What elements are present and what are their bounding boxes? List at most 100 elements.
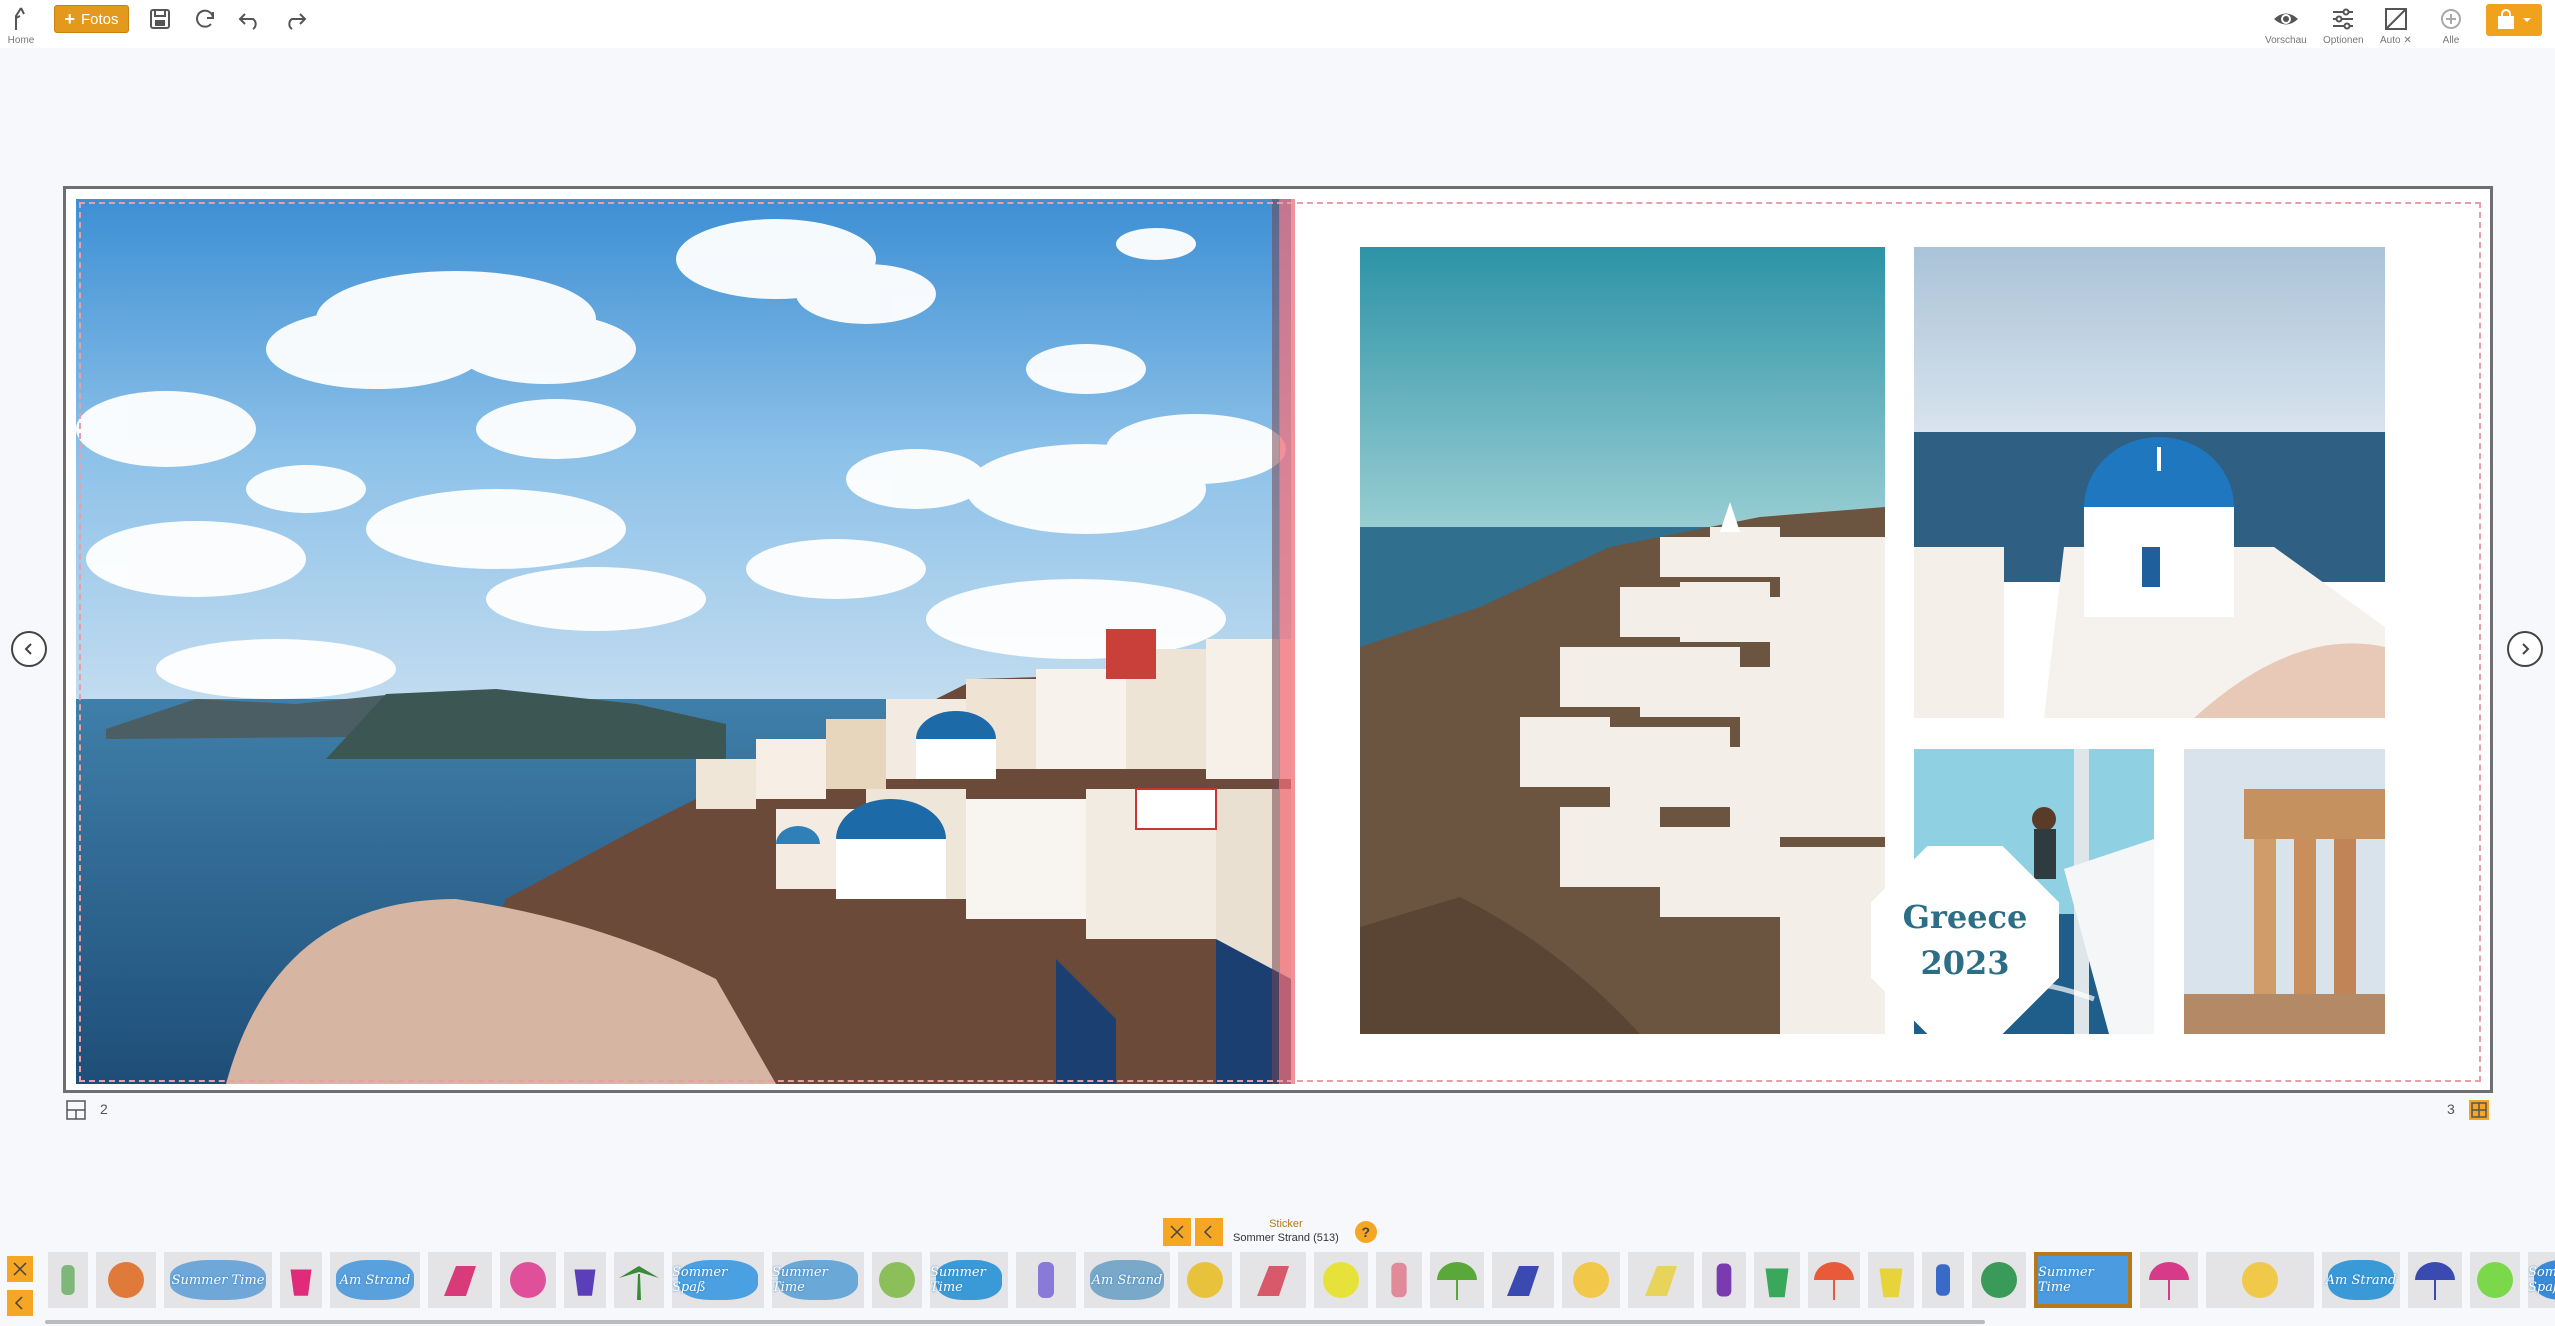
sticker-am-strand-badge[interactable]: Am Strand [2322,1252,2400,1308]
sticker-summer-time-text[interactable]: Summer Time [772,1252,864,1308]
pink-umbrella-icon [2149,1262,2189,1300]
preview-label: Vorschau [2265,35,2307,46]
sticker-blue-bucket[interactable] [564,1252,606,1308]
sticker-red-chair[interactable] [1240,1252,1306,1308]
refresh-button[interactable] [190,4,220,34]
shopping-bag-icon [2498,9,2514,29]
sticker-green-umbrella[interactable] [1430,1252,1484,1308]
sticker-coconut-drink[interactable] [2470,1252,2520,1308]
sticker-label: Sommer Spaß [672,1265,728,1295]
sticker-am-strand-oval[interactable]: Am Strand [330,1252,420,1308]
pink-bucket-icon [290,1269,312,1296]
options-button[interactable]: Optionen [2323,4,2364,46]
sticker-yellow-bucket[interactable] [1868,1252,1914,1308]
sticker-ice-pop[interactable] [1702,1252,1746,1308]
red-chair-icon [1257,1266,1289,1296]
undo-button[interactable] [235,4,265,34]
striped-chair-icon [444,1266,476,1296]
sticker-panel-header: Sticker Sommer Strand (513) ? [1163,1218,1377,1246]
yellow-ball-icon [1187,1262,1223,1298]
previous-page-button[interactable] [11,631,47,667]
cart-button[interactable] [2486,4,2542,36]
sandals-icon [1038,1262,1054,1298]
flip-flops-icon [61,1265,75,1295]
sticker-sun[interactable] [1562,1252,1620,1308]
sticker-summer-text[interactable]: Summer Time [164,1252,272,1308]
plus-icon: + [64,9,75,29]
close-bottom-panel-button[interactable] [7,1256,33,1282]
flip-flops-shape [61,1265,75,1295]
sticker-green-bucket[interactable] [1754,1252,1800,1308]
sticker-coconut[interactable] [872,1252,922,1308]
beach-ball-icon [108,1262,144,1298]
sticker-navy-umbrella[interactable] [2408,1252,2462,1308]
popsicle-shape [1391,1262,1407,1298]
yellow-bucket-shape [1879,1268,1903,1298]
sun-cloud-icon [2242,1262,2278,1298]
green-ball-icon [1981,1262,2017,1298]
next-page-button[interactable] [2507,631,2543,667]
beach-ball-shape [108,1262,144,1298]
chevron-right-icon [2522,643,2530,655]
sticker-green-ball[interactable] [1972,1252,2026,1308]
sticker-summer-time-oval[interactable]: Summer Time [2034,1252,2132,1308]
photo-book-spread: Greece 2023 [63,186,2493,1093]
sticker-am-strand-text[interactable]: Am Strand [1084,1252,1170,1308]
preview-button[interactable]: Vorschau [2265,4,2307,46]
chevron-left-icon [1203,1225,1212,1239]
blue-chair-icon [1507,1266,1539,1296]
sticker-scrollbar[interactable] [45,1320,1985,1324]
coconut-drink-shape [2477,1262,2513,1298]
oia-cliff-photo[interactable] [1360,247,1885,1034]
sticker-pink-bucket[interactable] [280,1252,322,1308]
sticker-pink-ball[interactable] [500,1252,556,1308]
sticker-summer-time-badge[interactable]: Summer Time [930,1252,1008,1308]
yellow-green-ball-icon [1323,1262,1359,1298]
layout-active-icon [2469,1100,2489,1120]
left-page-photo[interactable] [76,199,1291,1084]
sticker-palm-tree[interactable] [614,1252,664,1308]
sticker-strip: Summer Time Am Strand Sommer Spaß Summer Ti… [48,1252,2555,1312]
sticker-yellow-ball[interactable] [1178,1252,1232,1308]
left-page-layout-button[interactable] [65,1099,87,1126]
add-photos-button[interactable]: + Fotos [54,5,129,33]
green-umbrella-icon [1437,1262,1477,1300]
blue-dome-church-photo[interactable] [1914,247,2385,718]
help-button[interactable]: ? [1354,1221,1377,1243]
sticker-pink-umbrella[interactable] [2140,1252,2198,1308]
sticker-yellow-green-ball[interactable] [1314,1252,1368,1308]
yellow-bucket-icon [1879,1268,1903,1298]
blue-shovel-icon [1936,1264,1950,1296]
redo-button[interactable] [280,4,310,34]
yellow-ball-shape [1187,1262,1223,1298]
sticker-red-umbrella[interactable] [1808,1252,1860,1308]
close-sticker-panel-button[interactable] [1163,1218,1191,1246]
save-button[interactable] [145,4,175,34]
santorini-panorama-image [76,199,1291,1084]
sticker-sun-cloud[interactable] [2206,1252,2314,1308]
sticker-yellow-chair[interactable] [1628,1252,1694,1308]
home-button[interactable]: Home [6,4,36,46]
sticker-blue-chair[interactable] [1492,1252,1554,1308]
green-bucket-icon [1765,1268,1789,1298]
back-sticker-button[interactable] [1195,1218,1223,1246]
sticker-label: Summer Time [930,1265,986,1295]
green-bucket-shape [1765,1268,1789,1298]
right-page-layout-button[interactable] [2468,1099,2490,1126]
sticker-beach-ball[interactable] [96,1252,156,1308]
sticker-striped-chair[interactable] [428,1252,492,1308]
chevron-down-icon [2523,18,2531,22]
sticker-sandals[interactable] [1016,1252,1076,1308]
ancient-ruins-photo[interactable] [2184,749,2385,1034]
chevron-left-icon [14,1296,23,1310]
sticker-sommer-spass-badge[interactable]: Sommer Spaß [2528,1252,2555,1308]
sticker-sommer-spass-oval[interactable]: Sommer Spaß [672,1252,764,1308]
sticker-flip-flops[interactable] [48,1252,88,1308]
auto-layout-button[interactable]: Auto ✕ [2380,4,2412,46]
sticker-popsicle[interactable] [1376,1252,1422,1308]
blue-chair-shape [1507,1266,1539,1296]
save-icon [150,9,170,29]
all-button[interactable]: Alle [2436,4,2466,46]
collapse-panel-button[interactable] [7,1290,33,1316]
sticker-blue-shovel[interactable] [1922,1252,1964,1308]
